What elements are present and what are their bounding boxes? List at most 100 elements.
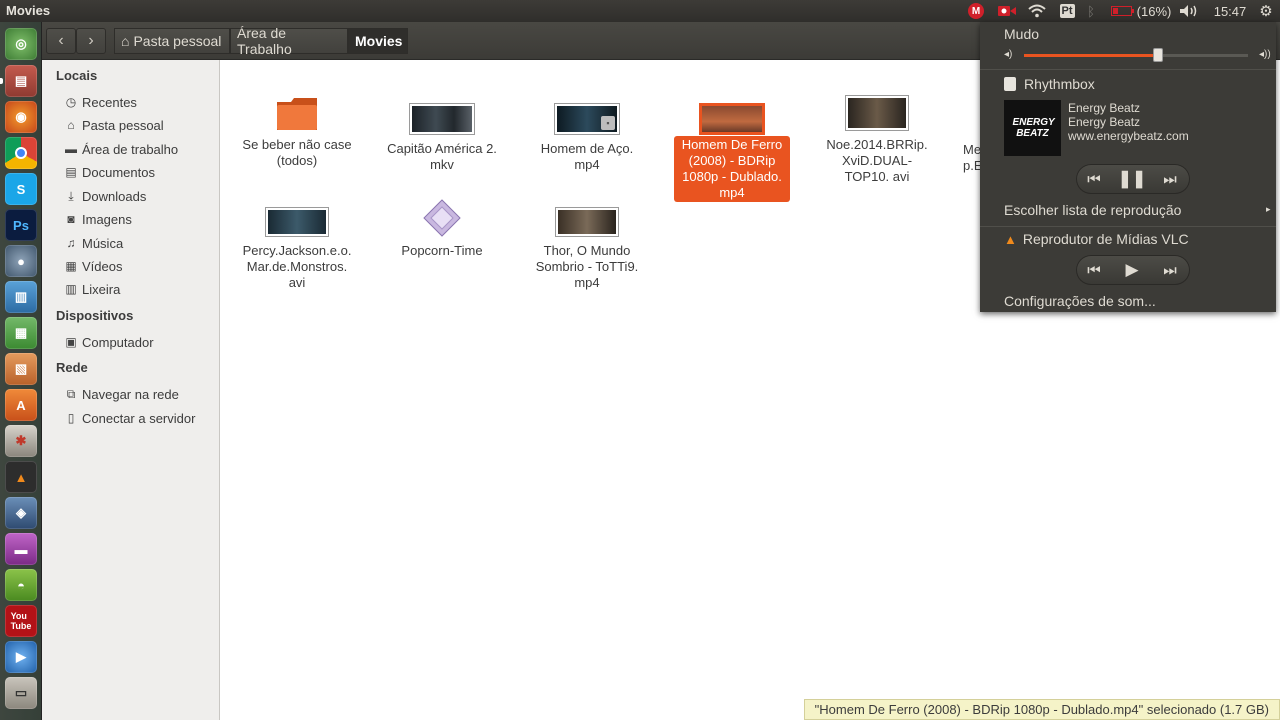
sidebar-item-documentos[interactable]: ▤ Documentos [64, 162, 155, 182]
sidebar-item-conectar-a-servidor[interactable]: ▯ Conectar a servidor [64, 408, 196, 428]
file-item-selected[interactable]: Homem De Ferro (2008) - BDRip 1080p - Du… [673, 104, 791, 202]
play-circle-icon: ▶ [16, 649, 26, 664]
launcher-calc[interactable]: ▦ [5, 317, 37, 349]
camera-icon: ◙ [67, 212, 75, 226]
volume-high-icon: ◂)) [1259, 49, 1271, 60]
hard-drive-icon: ▣ [65, 335, 77, 349]
launcher-skype[interactable]: S [5, 173, 37, 205]
bluetooth-indicator[interactable]: ᛒ [1084, 1, 1098, 21]
sidebar-item-lixeira[interactable]: ▥ Lixeira [64, 279, 120, 299]
launcher-media[interactable]: ▬ [5, 533, 37, 565]
launcher-android[interactable]: ◓ [5, 569, 37, 601]
breadcrumb-desktop[interactable]: Área de Trabalho [230, 25, 348, 57]
launcher-play[interactable]: ▶ [5, 641, 37, 673]
playlist-item[interactable]: Escolher lista de reprodução [1004, 202, 1181, 218]
sound-settings-item[interactable]: Configurações de som... [1004, 293, 1156, 309]
breadcrumb-home[interactable]: ⌂ Pasta pessoal [114, 28, 230, 54]
bluetooth-icon: ᛒ [1087, 3, 1095, 19]
launcher-chrome[interactable] [5, 137, 37, 169]
pause-button[interactable]: ❚❚ [1114, 165, 1150, 193]
launcher-files[interactable]: ▤ [5, 65, 37, 97]
sidebar-item-area-de-trabalho[interactable]: ▬ Área de trabalho [64, 139, 178, 159]
volume-slider[interactable] [1024, 48, 1248, 62]
rhythmbox-icon [1004, 77, 1016, 91]
sidebar-item-downloads[interactable]: ⤓ Downloads [64, 186, 146, 206]
launcher-writer[interactable]: ▥ [5, 281, 37, 313]
volume-knob[interactable] [1153, 48, 1164, 62]
software-center-icon: A [16, 397, 26, 413]
launcher-settings[interactable]: ✱ [5, 425, 37, 457]
track-artist: Energy Beatz [1068, 115, 1141, 129]
launcher-app-sphere[interactable]: ● [5, 245, 37, 277]
launcher-youtube[interactable]: You Tube [5, 605, 37, 637]
file-name: Thor, O Mundo Sombrio - ToTTi9. mp4 [535, 243, 639, 290]
sidebar-heading-locais: Locais [56, 68, 98, 83]
previous-button[interactable]: ⏮ [1076, 165, 1112, 193]
session-indicator[interactable]: ⚙ [1256, 1, 1276, 21]
file-name: Homem De Ferro (2008) - BDRip 1080p - Du… [674, 136, 790, 202]
file-item[interactable]: Popcorn-Time [383, 198, 501, 260]
vlc-item[interactable]: ▲ Reprodutor de Mídias VLC [1004, 231, 1189, 247]
file-item[interactable]: Noe.2014.BRRip. XviD.DUAL-TOP10. avi [818, 96, 936, 186]
file-item[interactable]: Percy.Jackson.e.o. Mar.de.Monstros. avi [238, 208, 356, 292]
mail-indicator[interactable]: M [966, 1, 986, 21]
keyboard-layout-indicator[interactable]: Pt [1057, 1, 1077, 21]
keyboard-layout-label: Pt [1059, 4, 1075, 18]
sidebar-item-imagens[interactable]: ◙ Imagens [64, 209, 132, 229]
back-button[interactable]: ‹ [46, 28, 76, 54]
track-title: Energy Beatz [1068, 101, 1141, 115]
next-button[interactable]: ⏭ [1152, 256, 1188, 284]
mute-item[interactable]: Mudo [1004, 26, 1039, 42]
play-button[interactable]: ▶ [1114, 256, 1150, 284]
separator [980, 226, 1276, 227]
vlc-cone-icon: ▲ [1004, 231, 1017, 247]
launcher-vlc[interactable]: ▲ [5, 461, 37, 493]
file-item[interactable]: Capitão América 2. mkv [383, 104, 501, 174]
file-name: Popcorn-Time [401, 243, 483, 258]
sidebar: Locais ◷ Recentes ⌂ Pasta pessoal ▬ Área de… [42, 60, 220, 720]
previous-button[interactable]: ⏮ [1076, 256, 1112, 284]
popcorn-time-icon [423, 199, 461, 237]
launcher-photoshop[interactable]: Ps [5, 209, 37, 241]
sound-menu: Mudo ◂) ◂)) Rhythmbox ENERGY BEATZ Energ… [980, 22, 1276, 312]
youtube-icon: You Tube [10, 611, 32, 631]
launcher-software-center[interactable]: A [5, 389, 37, 421]
launcher-impress[interactable]: ▧ [5, 353, 37, 385]
video-thumbnail [266, 208, 328, 236]
record-indicator[interactable] [996, 1, 1018, 21]
file-item[interactable]: Se beber não case (todos) [238, 96, 356, 170]
battery-icon [1110, 6, 1134, 16]
play-icon: ▶ [1125, 260, 1139, 279]
battery-indicator[interactable]: (16%) [1106, 1, 1176, 21]
sound-indicator[interactable] [1177, 1, 1201, 21]
server-icon: ▯ [67, 411, 75, 425]
sidebar-item-musica[interactable]: ♫ Música [64, 233, 124, 253]
launcher-shield[interactable]: ◈ [5, 497, 37, 529]
launcher-drive[interactable]: ▭ [5, 677, 37, 709]
sidebar-item-pasta-pessoal[interactable]: ⌂ Pasta pessoal [64, 115, 163, 135]
dash-button[interactable]: ◎ [5, 28, 37, 60]
next-button[interactable]: ⏭ [1152, 165, 1188, 193]
sidebar-item-videos[interactable]: ▦ Vídeos [64, 256, 122, 276]
wifi-indicator[interactable] [1026, 1, 1048, 21]
trash-icon: ▥ [65, 282, 77, 296]
forward-button[interactable]: › [76, 28, 106, 54]
launcher-firefox[interactable]: ◉ [5, 101, 37, 133]
files-icon: ▤ [14, 73, 28, 88]
clock-icon: ◷ [65, 95, 77, 109]
file-item[interactable]: ▪ Homem de Aço. mp4 [528, 104, 646, 174]
clock[interactable]: 15:47 [1210, 1, 1250, 21]
file-item[interactable]: Thor, O Mundo Sombrio - ToTTi9. mp4 [528, 208, 646, 292]
album-art-text: ENERGY BEATZ [1012, 117, 1055, 139]
video-thumbnail [410, 104, 474, 134]
photoshop-icon: Ps [13, 217, 29, 233]
music-icon: ♫ [66, 236, 76, 250]
sidebar-item-computador[interactable]: ▣ Computador [64, 332, 153, 352]
sidebar-heading-dispositivos: Dispositivos [56, 308, 134, 323]
sidebar-item-navegar-na-rede[interactable]: ⧉ Navegar na rede [64, 384, 179, 404]
chrome-icon [15, 147, 27, 159]
sidebar-item-recentes[interactable]: ◷ Recentes [64, 92, 137, 112]
file-name: Noe.2014.BRRip. XviD.DUAL-TOP10. avi [826, 137, 928, 184]
breadcrumb-current[interactable]: Movies [348, 28, 408, 54]
rhythmbox-item[interactable]: Rhythmbox [1004, 76, 1095, 92]
